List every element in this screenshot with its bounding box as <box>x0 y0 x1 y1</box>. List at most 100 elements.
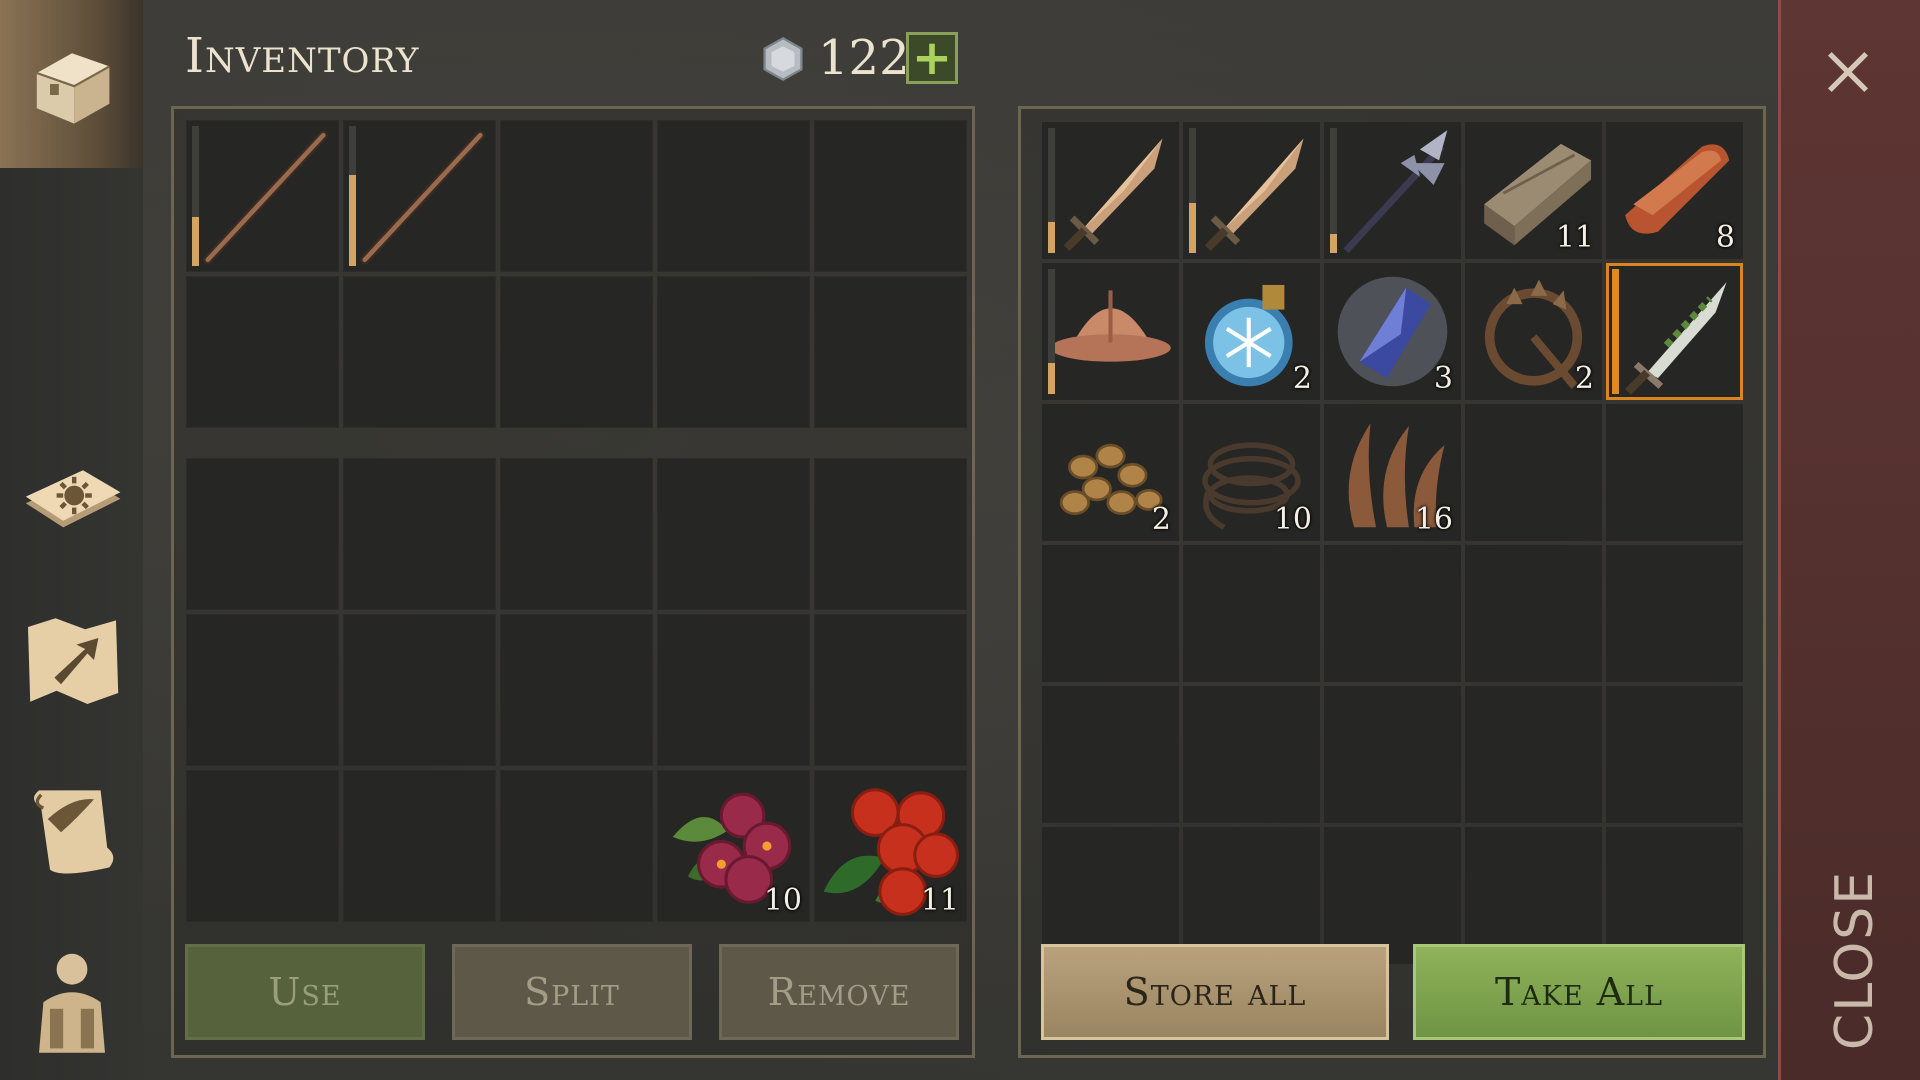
storage-slot-iron-helmet[interactable] <box>1042 263 1179 400</box>
storage-slot-empty[interactable] <box>1606 404 1743 541</box>
storage-slot-iron-sword[interactable] <box>1042 122 1179 259</box>
nav-inventory-tab[interactable] <box>0 0 143 168</box>
inventory-slot-empty[interactable] <box>500 120 653 272</box>
item-quantity: 8 <box>1715 220 1735 255</box>
storage-slot-empty[interactable] <box>1465 545 1602 682</box>
storage-slot-iron-sword[interactable] <box>1183 122 1320 259</box>
add-coins-button[interactable]: + <box>906 32 958 84</box>
storage-slot-nuts[interactable]: 2 <box>1042 404 1179 541</box>
storage-slot-empty[interactable] <box>1042 686 1179 823</box>
item-quantity: 10 <box>763 883 802 918</box>
inventory-slot-empty[interactable] <box>657 276 810 428</box>
use-button[interactable]: Use <box>185 944 425 1040</box>
durability-fill <box>1048 221 1055 253</box>
inventory-slot-purple-berries[interactable]: 10 <box>657 770 810 922</box>
inventory-slot-empty[interactable] <box>343 770 496 922</box>
inventory-slot-empty[interactable] <box>343 276 496 428</box>
storage-slot-blue-crystal[interactable]: 3 <box>1324 263 1461 400</box>
inventory-slot-empty[interactable] <box>814 276 967 428</box>
storage-slot-empty[interactable] <box>1606 686 1743 823</box>
inventory-slot-red-berries[interactable]: 11 <box>814 770 967 922</box>
nav-crafting-tab[interactable] <box>0 430 143 550</box>
inventory-slot-empty[interactable] <box>186 614 339 766</box>
coin-icon <box>763 36 803 82</box>
item-quantity: 11 <box>920 883 959 918</box>
inventory-slot-empty[interactable] <box>814 120 967 272</box>
inventory-slot-empty[interactable] <box>500 458 653 610</box>
durability-fill <box>1048 362 1055 394</box>
storage-slot-poisoned-dagger[interactable] <box>1606 263 1743 400</box>
durability-bar <box>1189 128 1196 253</box>
inventory-slot-empty[interactable] <box>657 458 810 610</box>
item-quantity: 2 <box>1292 361 1312 396</box>
iron-sword-icon <box>1063 138 1163 251</box>
item-quantity: 2 <box>1574 361 1594 396</box>
storage-slot-wood-planks[interactable]: 11 <box>1465 122 1602 259</box>
nav-map-tab[interactable] <box>0 600 143 720</box>
storage-slot-empty[interactable] <box>1183 545 1320 682</box>
item-quantity: 11 <box>1555 220 1594 255</box>
inventory-slot-empty[interactable] <box>186 458 339 610</box>
item-quantity: 10 <box>1273 502 1312 537</box>
storage-slot-empty[interactable] <box>1465 404 1602 541</box>
inventory-grid-bottom: 10 11 <box>186 458 967 922</box>
close-label: CLOSE <box>1825 869 1885 1051</box>
inventory-slot-empty[interactable] <box>343 614 496 766</box>
storage-slot-empty[interactable] <box>1324 686 1461 823</box>
wooden-staff-icon <box>360 130 485 265</box>
close-icon[interactable] <box>1822 46 1874 98</box>
nav-quests-tab[interactable] <box>0 770 143 890</box>
storage-slot-empty[interactable] <box>1606 545 1743 682</box>
storage-slot-rope[interactable]: 10 <box>1183 404 1320 541</box>
item-quantity: 3 <box>1433 361 1453 396</box>
inventory-slot-empty[interactable] <box>500 614 653 766</box>
inventory-slot-wooden-staff[interactable] <box>186 120 339 272</box>
durability-fill <box>1612 269 1619 394</box>
storage-slot-empty[interactable] <box>1465 686 1602 823</box>
storage-slot-empty[interactable] <box>1183 686 1320 823</box>
durability-bar <box>1048 269 1055 394</box>
map-icon <box>27 618 118 704</box>
coin-balance: 122 <box>818 30 910 86</box>
split-button[interactable]: Split <box>452 944 692 1040</box>
durability-bar <box>1330 128 1337 253</box>
inventory-slot-empty[interactable] <box>186 276 339 428</box>
storage-slot-frost-potion[interactable]: 2 <box>1183 263 1320 400</box>
durability-fill <box>192 217 199 266</box>
poisoned-dagger-icon <box>1625 282 1727 395</box>
inventory-slot-empty[interactable] <box>500 276 653 428</box>
take-all-button[interactable]: Take All <box>1413 944 1745 1040</box>
inventory-slot-empty[interactable] <box>500 770 653 922</box>
iron-helmet-icon <box>1050 290 1171 362</box>
inventory-slot-empty[interactable] <box>814 614 967 766</box>
inventory-slot-wooden-staff[interactable] <box>343 120 496 272</box>
storage-slot-copper-ingot[interactable]: 8 <box>1606 122 1743 259</box>
durability-bar <box>1048 128 1055 253</box>
store-all-button[interactable]: Store all <box>1041 944 1389 1040</box>
halberd-icon <box>1343 130 1448 254</box>
storage-slot-empty[interactable] <box>1042 545 1179 682</box>
storage-slot-halberd[interactable] <box>1324 122 1461 259</box>
durability-fill <box>1330 234 1337 253</box>
durability-bar <box>349 126 356 266</box>
chest-icon <box>35 53 110 124</box>
storage-slot-dried-leaves[interactable]: 16 <box>1324 404 1461 541</box>
iron-sword-icon <box>1204 138 1304 251</box>
inventory-slot-empty[interactable] <box>814 458 967 610</box>
close-button[interactable]: CLOSE <box>1790 870 1920 1050</box>
durability-fill <box>349 175 356 266</box>
crafting-book-icon <box>25 470 120 528</box>
wooden-staff-icon <box>203 130 328 265</box>
storage-slot-bear-trap[interactable]: 2 <box>1465 263 1602 400</box>
remove-button[interactable]: Remove <box>719 944 959 1040</box>
item-quantity: 2 <box>1151 502 1171 537</box>
nav-character-tab[interactable] <box>0 930 143 1070</box>
inventory-slot-empty[interactable] <box>343 458 496 610</box>
item-quantity: 16 <box>1414 502 1453 537</box>
inventory-slot-empty[interactable] <box>186 770 339 922</box>
side-nav <box>0 0 143 1080</box>
storage-slot-empty[interactable] <box>1324 545 1461 682</box>
inventory-grid-top <box>186 120 967 428</box>
inventory-slot-empty[interactable] <box>657 120 810 272</box>
inventory-slot-empty[interactable] <box>657 614 810 766</box>
